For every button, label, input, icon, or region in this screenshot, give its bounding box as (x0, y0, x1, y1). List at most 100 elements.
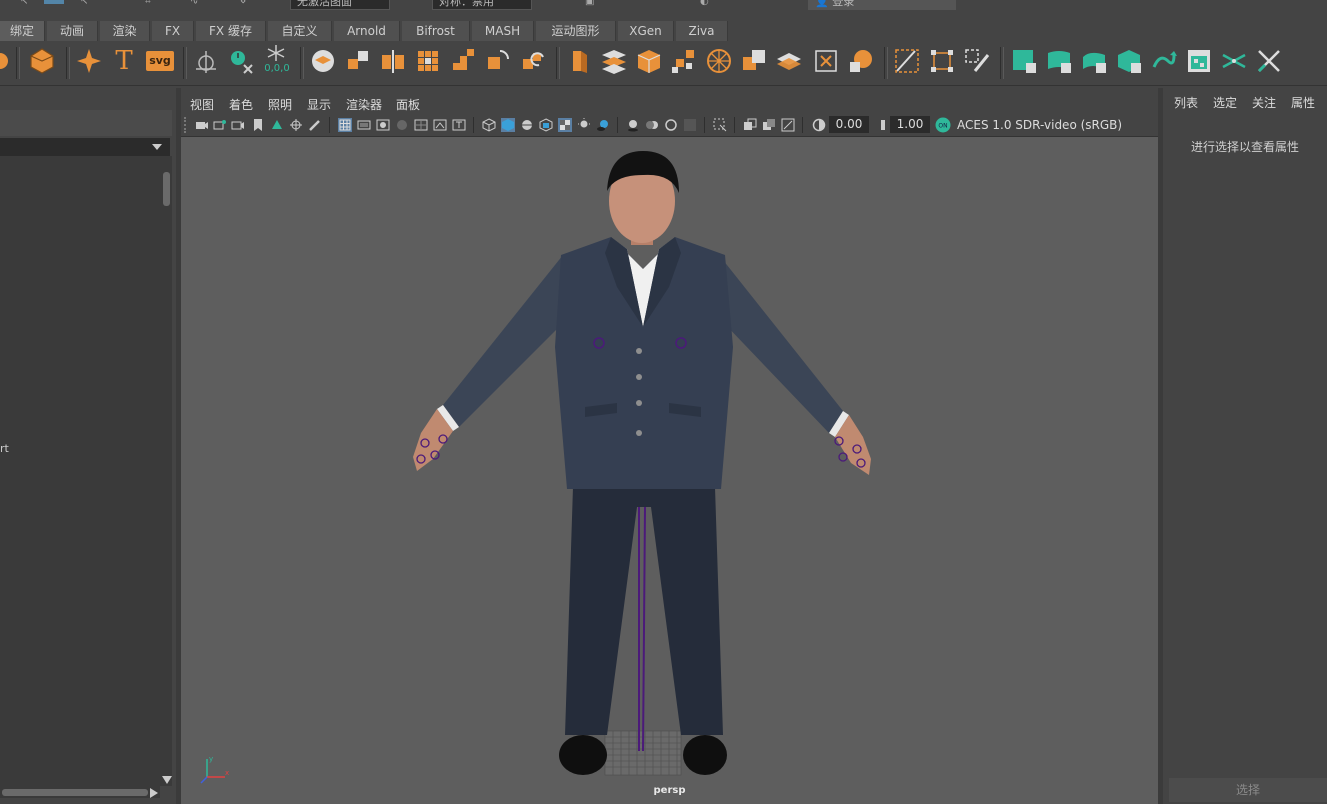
use-all-lights-icon[interactable] (577, 118, 591, 132)
shelf-tab[interactable]: 绑定 (0, 21, 45, 41)
attribute-editor-tab[interactable]: 属性 (1291, 94, 1315, 111)
color-space-label[interactable]: ACES 1.0 SDR-video (sRGB) (957, 118, 1122, 132)
sphere-cube-icon[interactable] (847, 47, 875, 75)
select-mode-icon[interactable] (44, 0, 64, 4)
cube-icon[interactable] (635, 47, 663, 75)
uv-sew-icon[interactable] (1150, 47, 1178, 75)
wireframe-on-shaded-icon[interactable] (520, 118, 534, 132)
snap-grid-icon[interactable]: ⌗ (145, 0, 151, 7)
symmetry-field[interactable]: 对称：禁用 (432, 0, 532, 10)
grease-pencil-icon[interactable] (308, 118, 322, 132)
exposure-icon[interactable] (812, 118, 826, 132)
safe-title-icon[interactable] (452, 118, 466, 132)
shelf-tab[interactable]: MASH (472, 21, 534, 41)
stair-blocks-icon[interactable] (449, 47, 477, 75)
outliner-list[interactable]: rt (0, 156, 160, 786)
layer-icon[interactable] (309, 47, 337, 75)
snap-curve-icon[interactable]: ∿ (190, 0, 198, 7)
depth-of-field-icon[interactable] (683, 118, 697, 132)
scroll-right-icon[interactable] (150, 788, 158, 798)
viewport-menu-item[interactable]: 着色 (229, 96, 253, 113)
knife-icon[interactable] (893, 47, 921, 75)
xray-joints-icon[interactable] (762, 118, 776, 132)
outliner-vertical-scrollbar[interactable] (160, 156, 172, 786)
safe-action-icon[interactable] (433, 118, 447, 132)
locator-icon[interactable] (192, 47, 220, 75)
shelf-tab[interactable]: FX 缓存 (196, 21, 266, 41)
attribute-editor-tab[interactable]: 关注 (1252, 94, 1276, 111)
film-gate-icon[interactable] (357, 118, 371, 132)
2d-pan-zoom-icon[interactable] (289, 118, 303, 132)
viewport-menu-item[interactable]: 视图 (190, 96, 214, 113)
text-icon[interactable]: T (110, 47, 138, 75)
lasso-icon[interactable]: ↖ (80, 0, 88, 7)
sparkle-icon[interactable] (75, 47, 103, 75)
scatter-cubes-icon[interactable] (670, 47, 698, 75)
camera-lock-icon[interactable] (213, 118, 227, 132)
anti-aliasing-icon[interactable] (664, 118, 678, 132)
viewport-menu-item[interactable]: 照明 (268, 96, 292, 113)
uv-cube-icon[interactable] (1115, 47, 1143, 75)
refresh-blocks-icon[interactable] (519, 47, 547, 75)
backface-culling-icon[interactable] (781, 118, 795, 132)
shelf-tab[interactable]: FX (152, 21, 194, 41)
field-chart-icon[interactable] (414, 118, 428, 132)
render-icon[interactable]: ▣ (585, 0, 594, 7)
uv-unfold-icon[interactable] (1255, 47, 1283, 75)
character-model[interactable]: y x (181, 137, 1158, 804)
xray-icon[interactable] (743, 118, 757, 132)
render-settings-icon[interactable]: ◐ (700, 0, 709, 7)
motion-blur-icon[interactable] (645, 118, 659, 132)
cube-column-icon[interactable] (565, 47, 593, 75)
shelf-tab[interactable]: 运动图形 (536, 21, 616, 41)
login-button[interactable]: 👤 登录 (808, 0, 956, 10)
select-tool-icon[interactable]: ↖ (20, 0, 28, 7)
freeze-transform-icon[interactable] (262, 43, 290, 63)
bounding-box-icon[interactable] (812, 47, 840, 75)
bookmark-icon[interactable] (251, 118, 265, 132)
shelf-tab[interactable]: 渲染 (100, 21, 150, 41)
group-icon[interactable] (344, 47, 372, 75)
gamma-icon[interactable] (874, 118, 888, 132)
wireframe-icon[interactable] (482, 118, 496, 132)
uv-curve-icon[interactable] (1045, 47, 1073, 75)
polyhedron-icon[interactable] (28, 47, 56, 75)
textured-icon[interactable] (558, 118, 572, 132)
boolean-cubes-icon[interactable] (740, 47, 768, 75)
gamma-field[interactable]: 1.00 (890, 116, 930, 133)
svg-icon[interactable]: svg (146, 51, 174, 71)
mirror-icon[interactable] (379, 47, 407, 75)
smooth-shade-icon[interactable] (501, 118, 515, 132)
stacked-planes-icon[interactable] (600, 47, 628, 75)
viewport-menu-item[interactable]: 显示 (307, 96, 331, 113)
select-button[interactable]: 选择 (1169, 778, 1327, 802)
outliner-filter-dropdown[interactable] (0, 138, 170, 156)
grid-blocks-icon[interactable] (414, 47, 442, 75)
color-management-icon[interactable]: ON (935, 117, 951, 133)
gate-mask-icon[interactable] (395, 118, 409, 132)
scrollbar-thumb[interactable] (2, 789, 148, 796)
partial-shape-icon[interactable] (0, 47, 14, 75)
flat-layers-icon[interactable] (775, 47, 803, 75)
outliner-item-fragment[interactable]: rt (0, 442, 9, 455)
ambient-occlusion-icon[interactable] (626, 118, 640, 132)
resolution-gate-icon[interactable] (376, 118, 390, 132)
uv-wave-icon[interactable] (1080, 47, 1108, 75)
shelf-tab[interactable]: Arnold (334, 21, 400, 41)
viewport-menu-item[interactable]: 渲染器 (346, 96, 382, 113)
frame-icon[interactable] (928, 47, 956, 75)
snap-point-icon[interactable]: ⋄ (240, 0, 246, 7)
attribute-editor-tab[interactable]: 列表 (1174, 94, 1198, 111)
pencil-select-icon[interactable] (963, 47, 991, 75)
shelf-tab[interactable]: Bifrost (402, 21, 470, 41)
shelf-tab[interactable]: XGen (618, 21, 674, 41)
uv-cut-icon[interactable] (1220, 47, 1248, 75)
timer-delete-icon[interactable] (227, 47, 255, 75)
camera-attributes-icon[interactable] (231, 118, 245, 132)
uv-checker-icon[interactable] (1185, 47, 1213, 75)
scroll-down-icon[interactable] (162, 776, 172, 784)
sphere-grid-icon[interactable] (705, 47, 733, 75)
live-surface-field[interactable]: 无激活图面 (290, 0, 390, 10)
rotate-blocks-icon[interactable] (484, 47, 512, 75)
viewport-menu-item[interactable]: 面板 (396, 96, 420, 113)
